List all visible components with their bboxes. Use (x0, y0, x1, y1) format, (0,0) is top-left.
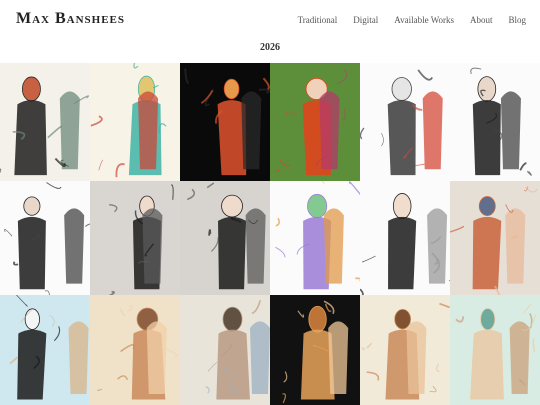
artwork-image (180, 295, 270, 405)
artwork-image (360, 63, 450, 181)
artwork-thumbnail[interactable] (0, 63, 90, 181)
artwork-image (0, 63, 90, 181)
artwork-thumbnail[interactable] (180, 63, 270, 181)
artwork-thumbnail[interactable] (90, 295, 180, 405)
nav-link-about[interactable]: About (470, 15, 493, 25)
artwork-image (0, 181, 90, 295)
artwork-image (0, 295, 90, 405)
nav-link-available-works[interactable]: Available Works (394, 15, 454, 25)
artwork-thumbnail[interactable] (90, 63, 180, 181)
nav-link-blog[interactable]: Blog (508, 15, 526, 25)
artwork-thumbnail[interactable] (270, 295, 360, 405)
year-heading: 2026 (260, 42, 280, 53)
artwork-thumbnail[interactable] (0, 181, 90, 295)
site-header: Max Banshees Traditional Digital Availab… (0, 0, 540, 40)
artwork-image (180, 63, 270, 181)
artwork-image (450, 181, 540, 295)
artwork-thumbnail[interactable] (0, 295, 90, 405)
artwork-thumbnail[interactable] (450, 63, 540, 181)
artwork-thumbnail[interactable] (360, 63, 450, 181)
site-title-link[interactable]: Max Banshees (16, 10, 125, 27)
artwork-image (270, 181, 360, 295)
artwork-image (90, 181, 180, 295)
artwork-thumbnail[interactable] (180, 181, 270, 295)
artwork-image (360, 295, 450, 405)
artwork-image (270, 295, 360, 405)
nav-link-digital[interactable]: Digital (353, 15, 378, 25)
artwork-thumbnail[interactable] (90, 181, 180, 295)
artwork-image (180, 181, 270, 295)
artwork-thumbnail[interactable] (450, 295, 540, 405)
artwork-image (450, 63, 540, 181)
artwork-thumbnail[interactable] (450, 181, 540, 295)
main-nav: Traditional Digital Available Works Abou… (298, 15, 526, 25)
artwork-image (90, 295, 180, 405)
artwork-thumbnail[interactable] (360, 295, 450, 405)
artwork-image (360, 181, 450, 295)
artwork-image (450, 295, 540, 405)
site-title[interactable]: Max Banshees (16, 10, 125, 28)
artwork-image (90, 63, 180, 181)
artwork-thumbnail[interactable] (180, 295, 270, 405)
artwork-thumbnail[interactable] (270, 181, 360, 295)
artwork-thumbnail[interactable] (360, 181, 450, 295)
artwork-image (270, 63, 360, 181)
artwork-gallery-grid (0, 63, 540, 405)
nav-link-traditional[interactable]: Traditional (298, 15, 338, 25)
artwork-thumbnail[interactable] (270, 63, 360, 181)
